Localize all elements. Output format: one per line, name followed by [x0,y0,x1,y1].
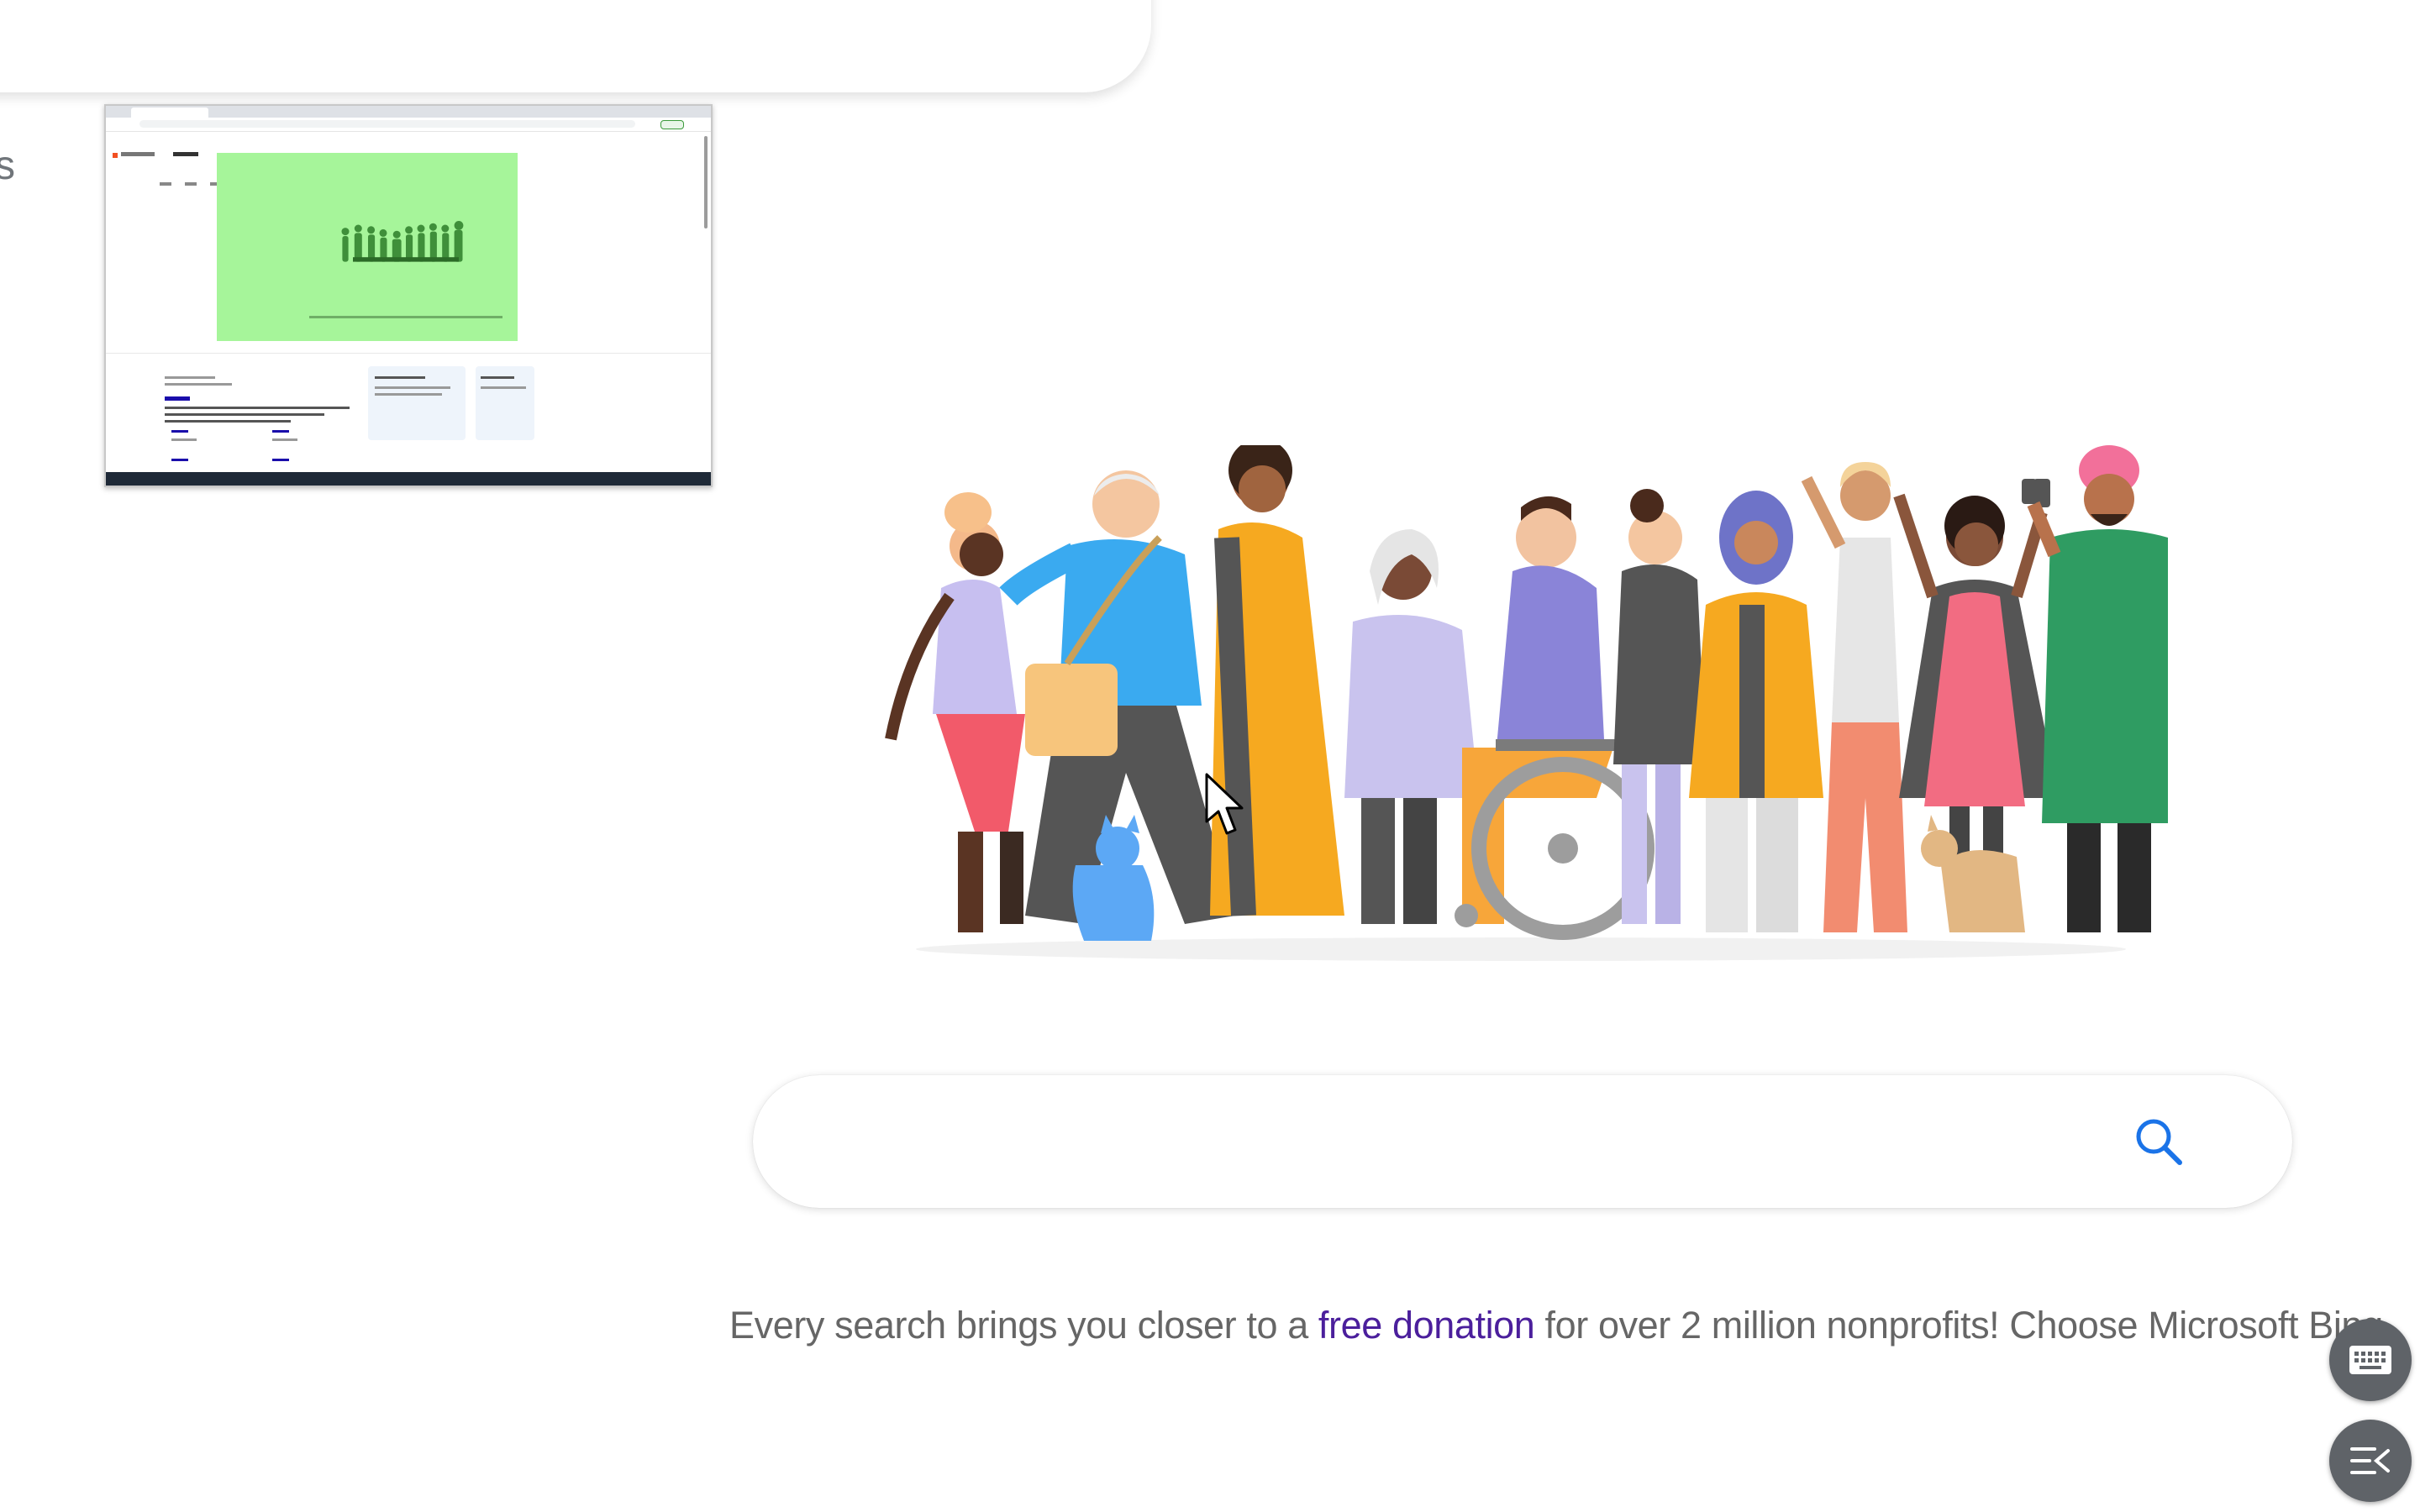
mouse-cursor-icon [1205,773,1244,835]
thumb-line [481,376,514,379]
partial-text: s [0,144,15,188]
thumb-line [375,393,442,396]
search-input[interactable] [812,1100,2126,1184]
top-search-bar[interactable] [0,0,1151,92]
person-figure [1210,445,1344,916]
search-button[interactable] [2118,1100,2200,1183]
thumb-scrollbar [704,136,708,228]
thumb-line [375,386,450,389]
thumb-logo-text [121,152,155,156]
keyboard-button[interactable] [2329,1319,2412,1401]
person-figure [1801,462,1907,932]
dog-figure [1921,815,2025,932]
collapse-menu-icon [2350,1447,2390,1474]
thumb-extension-pill [660,120,684,129]
thumb-line [165,396,190,401]
thumb-caption-line [309,316,502,318]
tagline-text-before: Every search brings you closer to a [729,1304,1318,1347]
thumb-line [165,407,350,409]
thumb-tab [131,108,208,118]
thumb-line [481,386,526,389]
thumb-line [165,376,215,379]
thumb-line [272,430,289,433]
thumb-green-overlay [217,153,518,341]
keyboard-icon [2349,1346,2391,1374]
search-icon [2136,1119,2182,1165]
thumb-line [272,459,289,461]
person-figure [1689,491,1823,932]
person-figure [885,492,1025,932]
donation-tagline: Every search brings you closer to a free… [729,1304,2393,1347]
thumb-taskbar [106,472,711,486]
search-box[interactable] [753,1075,2292,1208]
tagline-text-after: for over 2 million nonprofits! Choose Mi… [1534,1304,2394,1347]
thumb-line [165,420,291,423]
page: s Every search brings you closer to a fr… [0,0,2420,1512]
thumb-line [171,459,188,461]
browser-thumbnail-preview[interactable] [104,104,713,487]
thumb-line [165,413,324,416]
thumb-line [165,383,232,386]
thumb-line [375,376,425,379]
thumb-url [139,120,635,128]
thumb-logo-icon [113,153,118,158]
person-figure [1344,529,1479,924]
thumb-line [171,438,197,441]
thumb-line [171,430,188,433]
person-figure [2022,445,2168,932]
people-illustration [885,445,2168,961]
person-figure [1613,489,1706,924]
thumb-search-text [173,152,198,156]
thumb-people-icon [341,221,464,262]
thumb-line [272,438,297,441]
collapse-menu-button[interactable] [2329,1420,2412,1502]
thumb-divider [106,353,711,354]
free-donation-link[interactable]: free donation [1318,1304,1535,1347]
